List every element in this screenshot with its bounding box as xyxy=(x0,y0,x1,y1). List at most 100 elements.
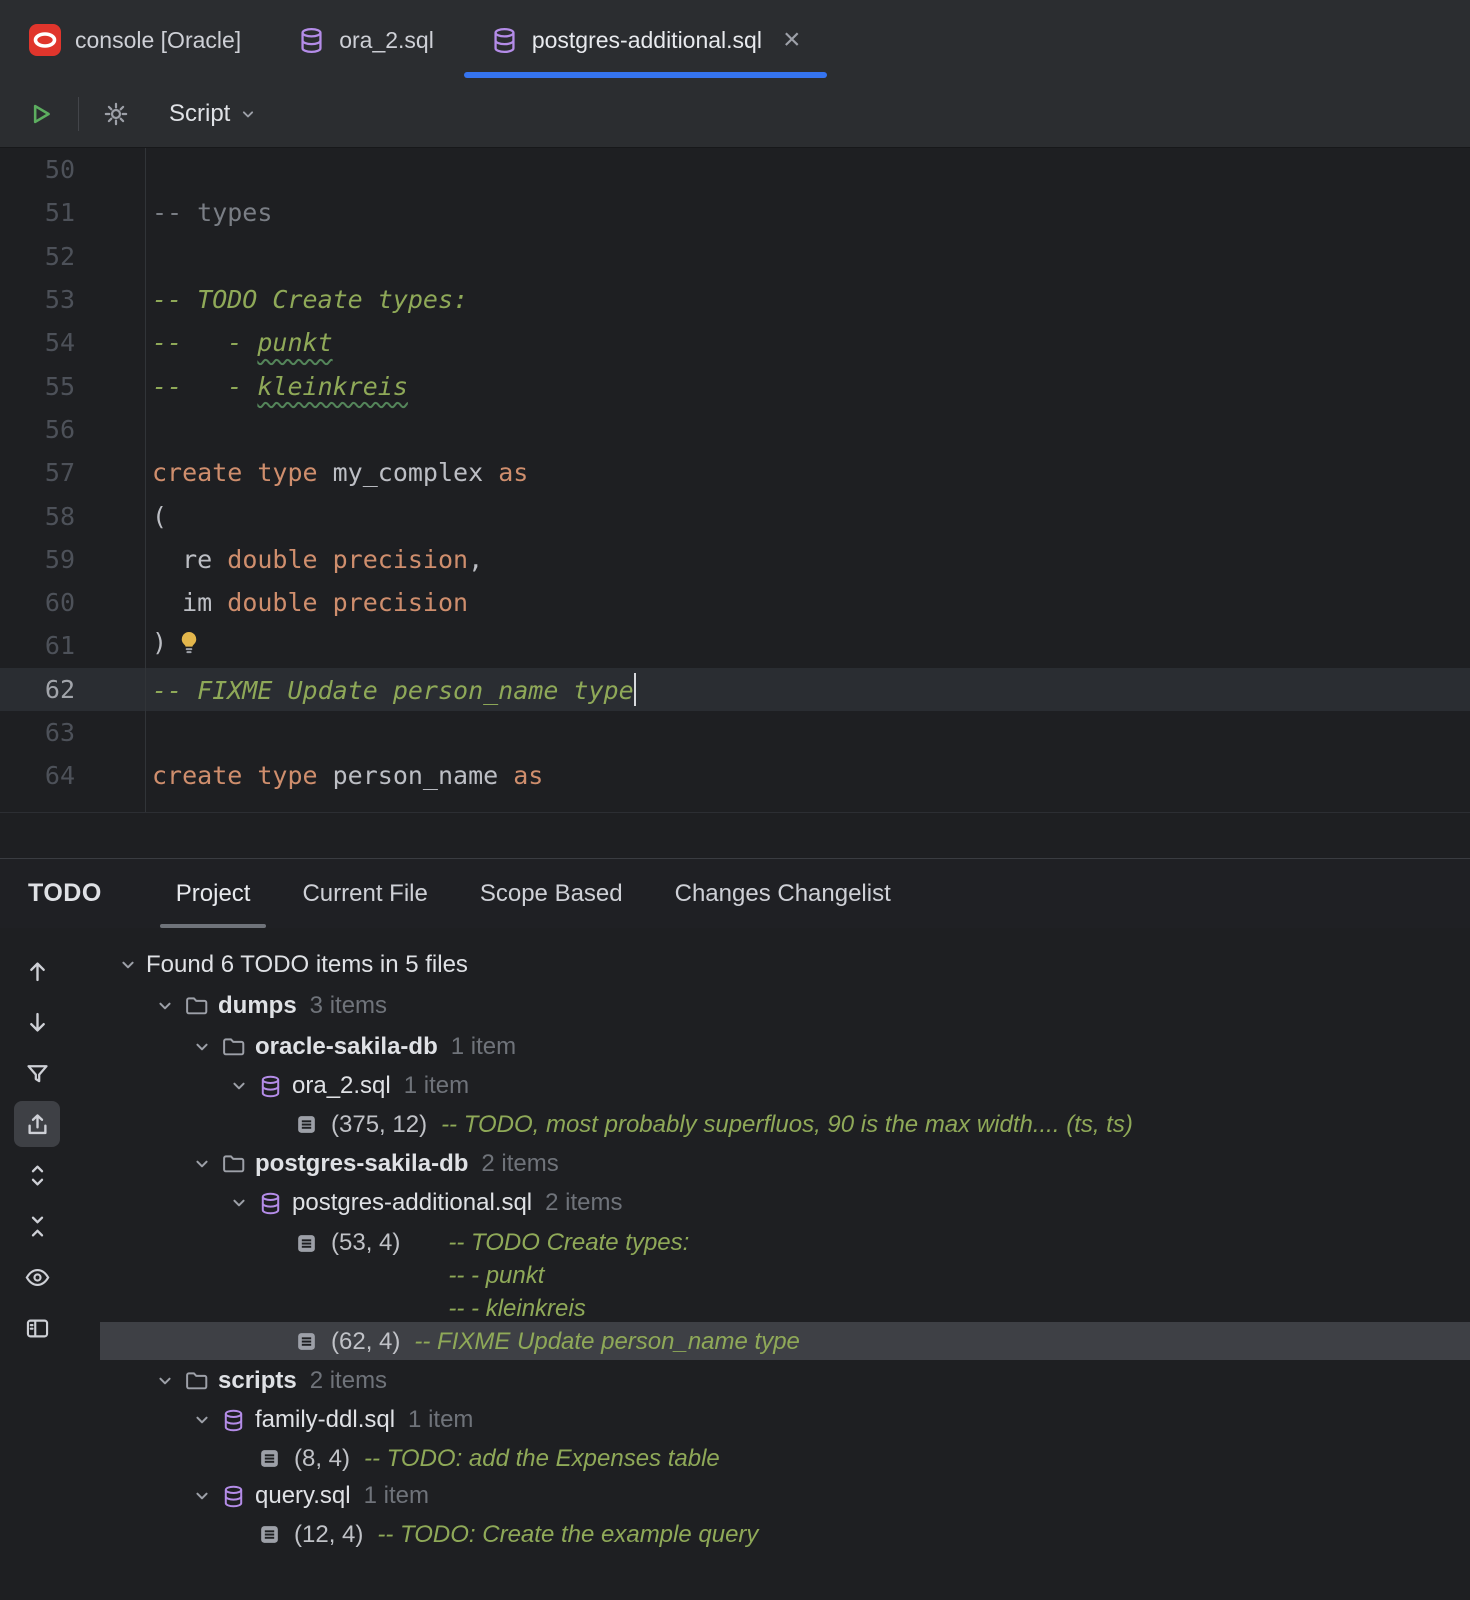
code-line[interactable]: 53 -- TODO Create types: xyxy=(0,278,1470,321)
editor-tab[interactable]: postgres-additional.sql × xyxy=(462,0,829,80)
folder-icon xyxy=(183,1368,209,1394)
line-number: 51 xyxy=(44,198,75,228)
todo-tree: Found 6 TODO items in 5 files dumps 3 item… xyxy=(100,928,1470,1600)
ide-window: console [Oracle] ora_2.sql postgres-additi… xyxy=(0,0,1470,1600)
tab-label: console [Oracle] xyxy=(75,26,242,53)
tree-row-item[interactable]: (62, 4) -- FIXME Update person_name type xyxy=(100,1322,1470,1360)
code-segment: create type xyxy=(152,761,318,791)
code-segment: punkt xyxy=(257,328,333,358)
tree-row-file-postgres-additional.sql[interactable]: postgres-additional.sql 2 items xyxy=(100,1184,1470,1222)
chevron-down-icon[interactable] xyxy=(115,952,141,978)
tree-row-item[interactable]: (8, 4) -- TODO: add the Expenses table xyxy=(100,1439,1470,1477)
todo-item-text: -- TODO Create types: -- - punkt -- - klei… xyxy=(448,1226,689,1325)
code-line[interactable]: 56 xyxy=(0,408,1470,451)
code-text: im double precision xyxy=(75,588,468,617)
code-text: re double precision, xyxy=(75,545,483,574)
todo-comment-line: -- TODO, most probably superfluos, 90 is… xyxy=(441,1110,1133,1138)
todo-panel-tabs: Project Current File Scope Based Changes Ch… xyxy=(150,859,917,928)
chevron-down-icon[interactable] xyxy=(226,1190,252,1216)
code-line[interactable]: 58 ( xyxy=(0,494,1470,537)
tree-row-file-family-ddl.sql[interactable]: family-ddl.sql 1 item xyxy=(100,1401,1470,1439)
tree-node-count: 1 item xyxy=(408,1406,474,1433)
chevron-down-icon[interactable] xyxy=(189,1151,215,1177)
code-text: -- FIXME Update person_name type xyxy=(75,672,637,706)
line-number: 63 xyxy=(44,718,75,747)
tree-row-folder-oracle-sakila-db[interactable]: oracle-sakila-db 1 item xyxy=(100,1026,1470,1067)
code-line[interactable]: 62 -- FIXME Update person_name type xyxy=(0,667,1470,711)
code-line[interactable]: 55 -- - kleinkreis xyxy=(0,364,1470,407)
todo-item-location: (8, 4) xyxy=(294,1444,351,1472)
tree-row-file-query.sql[interactable]: query.sql 1 item xyxy=(100,1477,1470,1515)
tree-node-count: 2 items xyxy=(481,1149,559,1177)
up-arrow-icon[interactable] xyxy=(14,948,60,994)
expand-all-icon[interactable] xyxy=(14,1152,60,1198)
tree-node-count: 3 items xyxy=(309,991,388,1019)
tree-row-file-ora_2.sql[interactable]: ora_2.sql 1 item xyxy=(100,1067,1470,1105)
chevron-down-icon[interactable] xyxy=(152,1368,178,1394)
todo-comment-line: -- TODO: add the Expenses table xyxy=(364,1444,720,1472)
tree-row-folder-dumps[interactable]: dumps 3 items xyxy=(100,985,1470,1026)
script-dropdown[interactable]: Script xyxy=(169,100,258,128)
code-line[interactable]: 59 re double precision, xyxy=(0,538,1470,581)
code-segment: -- TODO Create types: xyxy=(152,285,469,315)
tab-label: ora_2.sql xyxy=(339,26,434,53)
tree-row-item[interactable]: (375, 12) -- TODO, most probably superflu… xyxy=(100,1105,1470,1143)
tree-node-name: postgres-sakila-db xyxy=(255,1149,469,1177)
filter-icon[interactable] xyxy=(14,1050,60,1096)
tree-node-count: 2 items xyxy=(309,1366,388,1394)
down-arrow-icon[interactable] xyxy=(14,999,60,1045)
chevron-down-icon[interactable] xyxy=(189,1034,215,1060)
code-text: ( xyxy=(75,502,167,531)
code-segment: im xyxy=(152,588,228,618)
chevron-down-icon[interactable] xyxy=(226,1073,252,1099)
code-line[interactable]: 50 xyxy=(0,148,1470,191)
tree-row-folder-postgres-sakila-db[interactable]: postgres-sakila-db 2 items xyxy=(100,1143,1470,1184)
code-line[interactable]: 64 create type person_name as xyxy=(0,754,1470,797)
chevron-down-icon[interactable] xyxy=(189,1407,215,1433)
chevron-down-icon[interactable] xyxy=(152,993,178,1019)
tree-row-summary[interactable]: Found 6 TODO items in 5 files xyxy=(100,944,1470,985)
chevron-down-icon[interactable] xyxy=(189,1483,215,1509)
editor-tab[interactable]: console [Oracle] xyxy=(0,0,269,80)
tree-node-count: 1 item xyxy=(363,1482,429,1509)
editor-tab[interactable]: ora_2.sql xyxy=(269,0,462,80)
todo-tab-scope-based[interactable]: Scope Based xyxy=(454,859,649,928)
todo-comment-line: -- - kleinkreis xyxy=(448,1295,586,1322)
todo-tab-current-file[interactable]: Current File xyxy=(276,859,453,928)
database-icon xyxy=(220,1407,246,1433)
chevron-down-icon xyxy=(243,110,254,117)
tree-row-item[interactable]: (12, 4) -- TODO: Create the example query xyxy=(100,1515,1470,1553)
gear-icon xyxy=(104,102,128,125)
code-line[interactable]: 51 -- types xyxy=(0,191,1470,234)
code-line[interactable]: 52 xyxy=(0,235,1470,278)
toolbar-divider xyxy=(78,96,79,131)
code-line[interactable]: 61) xyxy=(0,624,1470,667)
todo-item-icon xyxy=(256,1445,282,1471)
code-line[interactable]: 60 im double precision xyxy=(0,581,1470,624)
run-script-button[interactable] xyxy=(18,91,64,137)
tree-node-count: 1 item xyxy=(403,1072,470,1099)
todo-panel-header: TODO Project Current File Scope Based Chang… xyxy=(0,858,1470,928)
code-segment: kleinkreis xyxy=(257,371,408,401)
code-line[interactable]: 54 -- - punkt xyxy=(0,321,1470,364)
tree-row-folder-scripts[interactable]: scripts 2 items xyxy=(100,1360,1470,1401)
intention-bulb-icon[interactable] xyxy=(175,629,203,663)
todo-item-location: (375, 12) xyxy=(331,1110,428,1138)
close-icon[interactable]: × xyxy=(783,25,801,55)
code-editor[interactable]: 50 51 -- types 52 53 -- TODO Create types: 54-… xyxy=(0,148,1470,812)
settings-button[interactable] xyxy=(93,91,139,137)
line-number: 57 xyxy=(44,458,75,488)
todo-tab-changes-changelist[interactable]: Changes Changelist xyxy=(649,859,917,928)
code-line[interactable]: 57 create type my_complex as xyxy=(0,451,1470,494)
autoscroll-to-source-icon[interactable] xyxy=(14,1101,60,1147)
layout-icon[interactable] xyxy=(14,1305,60,1351)
tree-row-item[interactable]: (53, 4) -- TODO Create types: -- - punkt --… xyxy=(100,1222,1470,1322)
tree-node-name: family-ddl.sql xyxy=(255,1406,396,1433)
preview-eye-icon[interactable] xyxy=(14,1254,60,1300)
code-line[interactable]: 63 xyxy=(0,711,1470,754)
todo-item-icon xyxy=(293,1111,319,1137)
code-text: -- types xyxy=(75,198,272,227)
tab-label: postgres-additional.sql xyxy=(531,26,762,53)
collapse-all-icon[interactable] xyxy=(14,1203,60,1249)
todo-tab-project[interactable]: Project xyxy=(150,859,277,928)
